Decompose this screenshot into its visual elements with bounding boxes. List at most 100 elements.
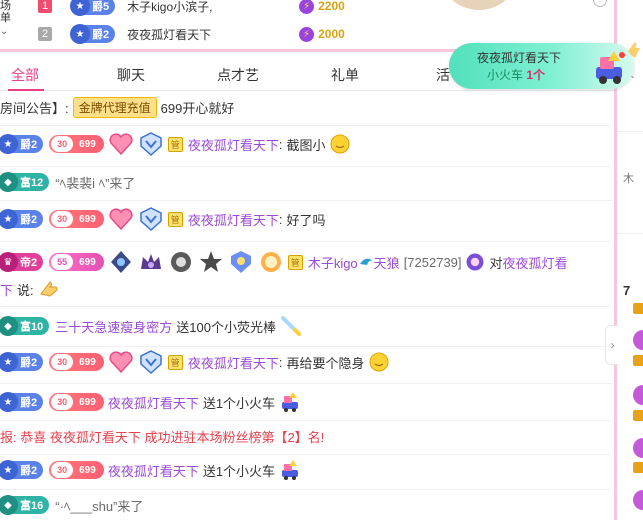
collapse-panel-button[interactable]: › bbox=[605, 325, 619, 365]
level-icon: ★ bbox=[70, 24, 90, 44]
purple-badge-icon bbox=[466, 253, 483, 271]
lightning-coin-icon: ⚡ bbox=[299, 0, 315, 14]
tab-gift-list[interactable]: 礼单 bbox=[331, 65, 359, 85]
rank-side-label[interactable]: 场 单 ⌄ bbox=[0, 0, 18, 48]
chat-user-name[interactable]: 夜夜孤灯看天下 bbox=[188, 135, 279, 154]
level-icon: ★ bbox=[0, 352, 18, 372]
tab-all[interactable]: 全部 bbox=[11, 65, 39, 85]
gift-text: 送100个小荧光棒 bbox=[176, 319, 276, 335]
train-gift-icon bbox=[282, 392, 299, 412]
rank-user-name[interactable]: 夜夜孤灯看天下 bbox=[127, 26, 277, 43]
chat-message: ★ 爵2 30 699 管 夜夜孤灯看天下 : 截图小 bbox=[0, 132, 351, 157]
divider bbox=[0, 420, 612, 421]
heart-medal-icon bbox=[109, 208, 133, 231]
badge-icon bbox=[633, 355, 643, 366]
level-badge: ★ 爵2 bbox=[0, 134, 44, 154]
divider bbox=[0, 383, 612, 384]
divider bbox=[0, 166, 612, 167]
fan-level: 30 bbox=[51, 211, 74, 227]
chat-user-name[interactable]: 三十天急速瘦身密方 bbox=[55, 317, 172, 336]
avatar[interactable] bbox=[633, 490, 643, 510]
system-announcement: 报: 恭喜 夜夜孤灯看天下 成功进驻本场粉丝榜第【2】名! bbox=[0, 424, 324, 448]
fan-badge: 30 699 bbox=[49, 461, 104, 479]
fan-level: 55 bbox=[51, 254, 74, 270]
level-icon: ★ bbox=[0, 134, 18, 154]
chevron-down-icon[interactable]: ⌄ bbox=[0, 26, 18, 38]
wealth-icon: ◆ bbox=[0, 495, 18, 515]
fan-badge: 30 699 bbox=[49, 393, 104, 411]
level-badge: ♛ 帝2 bbox=[0, 252, 44, 272]
rank-number: 2 bbox=[38, 27, 52, 41]
wealth-icon: ◆ bbox=[0, 172, 18, 192]
level-badge-label: 爵5 bbox=[92, 1, 110, 13]
tab-talent[interactable]: 点才艺 bbox=[217, 65, 259, 85]
gift-message: ★ 爵2 30 699 夜夜孤灯看天下 送1个小火车 bbox=[0, 390, 301, 414]
rank-user-name[interactable]: 木子kigo小滨子, bbox=[127, 0, 277, 15]
chat-user-name[interactable]: 夜夜孤灯看天下 bbox=[108, 393, 199, 412]
chat-colon: : bbox=[278, 354, 283, 370]
sun-medal-icon bbox=[260, 252, 281, 272]
avatar[interactable] bbox=[633, 438, 643, 458]
chat-user-name[interactable]: 夜夜孤灯看天下 bbox=[108, 461, 199, 480]
chat-user-name[interactable]: 夜夜孤灯看天下 bbox=[188, 210, 279, 229]
target-user-name-tail[interactable]: 下 bbox=[0, 280, 13, 299]
fan-badge: 30 699 bbox=[49, 135, 104, 153]
divider bbox=[0, 454, 612, 455]
gift-message: ★ 爵2 30 699 夜夜孤灯看天下 送1个小火车 bbox=[0, 458, 301, 482]
badge-icon bbox=[633, 303, 643, 314]
wealth-badge: ◆ 富12 bbox=[0, 172, 50, 192]
fan-level: 30 bbox=[51, 354, 74, 370]
tab-chat[interactable]: 聊天 bbox=[117, 65, 145, 85]
heart-medal-icon bbox=[109, 351, 133, 374]
chat-text: 好了吗 bbox=[286, 212, 326, 228]
rank-coins: ⚡ 2000 bbox=[299, 26, 345, 42]
chat-message: ★ 爵2 30 699 管 夜夜孤灯看天下 : 再给要个隐身 bbox=[0, 350, 390, 375]
wealth-badge: ◆ 富10 bbox=[0, 316, 50, 336]
divider bbox=[0, 306, 612, 307]
avatar[interactable] bbox=[633, 385, 643, 405]
gift-message: ◆ 富10 三十天急速瘦身密方 送100个小荧光棒 bbox=[0, 314, 302, 338]
level-badge: ★ 爵2 bbox=[0, 209, 44, 229]
admin-tag-icon: 管 bbox=[167, 136, 183, 152]
level-badge-label: 爵2 bbox=[92, 29, 110, 41]
target-user-name[interactable]: 夜夜孤灯看 bbox=[503, 253, 568, 272]
rank-row-2[interactable]: 2 ★ 爵2 夜夜孤灯看天下 ⚡ 2000 bbox=[38, 23, 458, 45]
wealth-icon: ◆ bbox=[0, 316, 18, 336]
train-gift-icon bbox=[282, 460, 299, 480]
gold-agent-recharge-button[interactable]: 金牌代理充值 bbox=[72, 96, 157, 118]
divider bbox=[0, 489, 612, 490]
rank-number: 1 bbox=[38, 0, 52, 13]
fan-badge: 55 699 bbox=[49, 253, 104, 271]
emoji-icon bbox=[330, 134, 350, 154]
emoji-icon bbox=[369, 352, 389, 372]
tab-activity[interactable]: 活 bbox=[436, 65, 450, 85]
star-medal-icon bbox=[199, 251, 222, 272]
rank-row-1[interactable]: 1 ★ 爵5 木子kigo小滨子, ⚡ 2200 bbox=[38, 0, 458, 17]
chat-message-list[interactable]: 房间公告】: 金牌代理充值 699开心就好 ★ 爵2 30 699 管 夜夜孤灯看天… bbox=[0, 92, 612, 520]
divider bbox=[0, 125, 612, 126]
avatar[interactable] bbox=[633, 330, 643, 350]
level-badge-label: 爵2 bbox=[20, 139, 38, 151]
wealth-badge-label: 富12 bbox=[20, 177, 44, 189]
level-badge: ★ 爵2 bbox=[0, 460, 44, 480]
info-icon[interactable] bbox=[593, 0, 607, 7]
level-badge-label: 爵2 bbox=[20, 357, 38, 369]
gift-text: 送1个小火车 bbox=[202, 395, 276, 411]
notice-label: 房间公告】: bbox=[0, 100, 69, 116]
chat-text: 截图小 bbox=[286, 137, 326, 153]
level-icon: ★ bbox=[0, 209, 18, 229]
level-icon: ♛ bbox=[0, 252, 18, 272]
chat-colon: : bbox=[278, 211, 283, 227]
rank-side-label-line2: 单 bbox=[0, 12, 11, 24]
chat-user-name[interactable]: 木子kigo bbox=[308, 253, 358, 272]
chat-user-name[interactable]: 夜夜孤灯看天下 bbox=[188, 353, 279, 372]
level-badge-label: 爵2 bbox=[20, 465, 38, 477]
toast-gift-text: 小火车 1个 bbox=[487, 66, 545, 83]
rank-side-label-line1: 场 bbox=[0, 0, 11, 12]
chat-user-name-2[interactable]: 天狼 bbox=[374, 253, 400, 272]
say-text: 说: bbox=[17, 282, 34, 298]
shield-medal-icon bbox=[140, 132, 162, 157]
shield-medal-icon bbox=[230, 251, 251, 273]
level-badge: ★ 爵2 bbox=[0, 352, 44, 372]
room-notice: 房间公告】: 金牌代理充值 699开心就好 bbox=[0, 95, 234, 119]
